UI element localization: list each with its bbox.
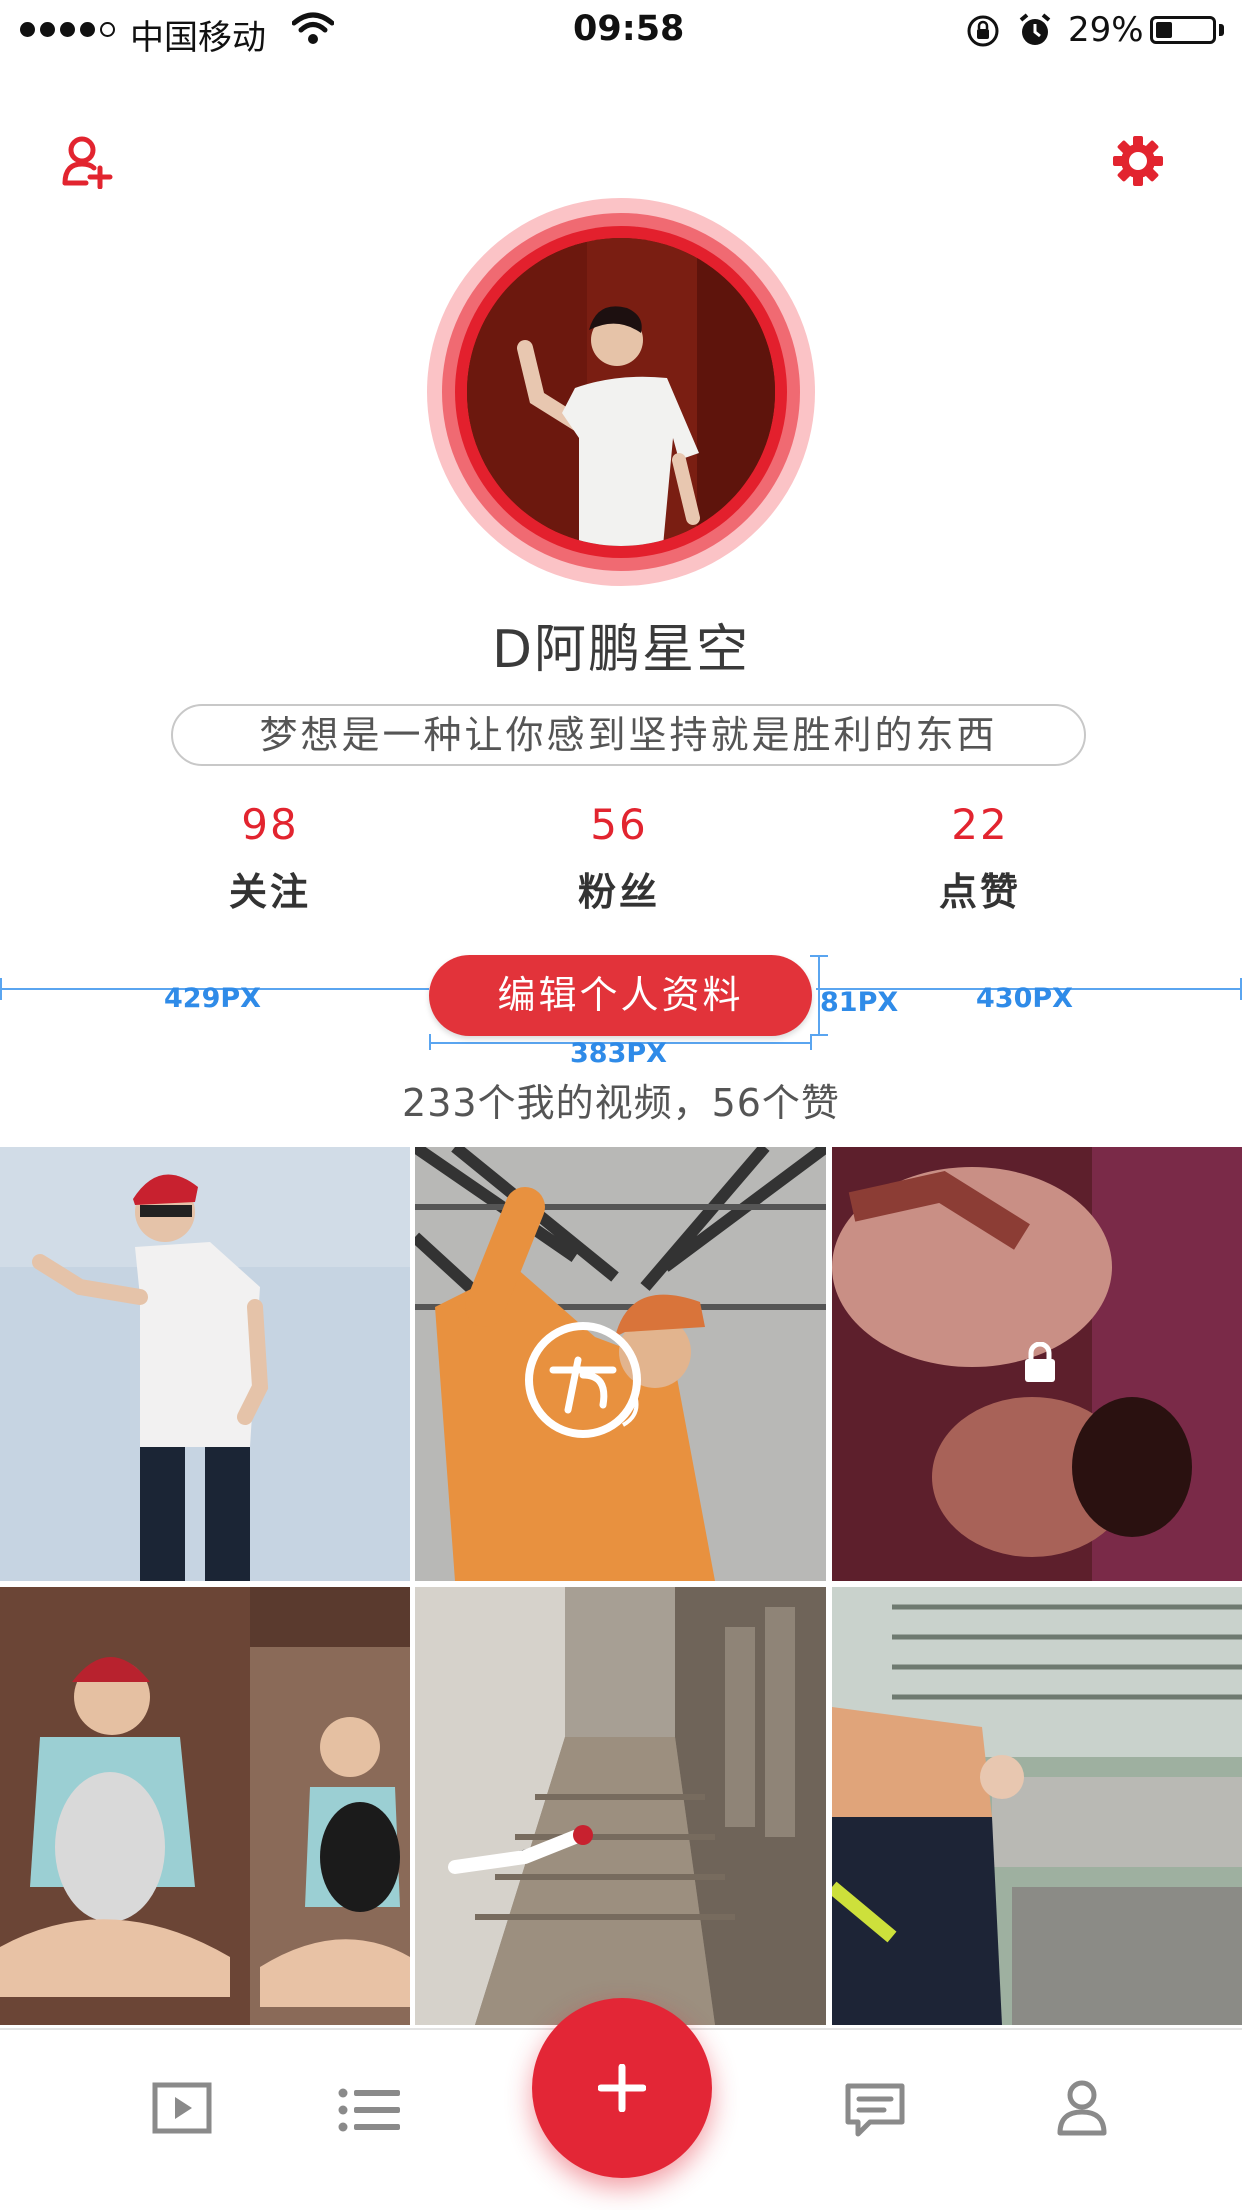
loading-spinner-icon xyxy=(525,1322,641,1438)
measure-tick-w1 xyxy=(429,1034,431,1050)
measure-label-height: 81PX xyxy=(820,987,899,1018)
alarm-icon xyxy=(1019,13,1051,45)
settings-gear-icon[interactable] xyxy=(1112,135,1164,187)
video-tile-6[interactable] xyxy=(832,1587,1242,2025)
motto-signature: 梦想是一种让你感到坚持就是胜利的东西 xyxy=(171,704,1086,766)
add-friend-icon[interactable] xyxy=(62,135,114,189)
video-tile-3[interactable] xyxy=(832,1147,1242,1581)
signal-strength-icon xyxy=(20,22,115,37)
video-thumbnail xyxy=(0,1587,410,2025)
list-icon[interactable] xyxy=(338,2088,400,2132)
stat-likes[interactable]: 22 点赞 xyxy=(830,800,1130,916)
battery-level xyxy=(1156,22,1172,38)
add-video-button[interactable] xyxy=(532,1998,712,2178)
wifi-icon xyxy=(292,12,334,44)
measure-label-left: 429PX xyxy=(164,983,261,1014)
carrier-name: 中国移动 xyxy=(130,18,266,58)
status-bar: 中国移动 09:58 29% xyxy=(0,0,1242,62)
lock-icon xyxy=(1025,1342,1055,1382)
add-icon xyxy=(598,2064,646,2112)
video-tile-1[interactable] xyxy=(0,1147,410,1581)
measure-tick-left xyxy=(0,978,2,1000)
video-summary: 233个我的视频，56个赞 xyxy=(402,1081,840,1125)
clock: 09:58 xyxy=(573,9,685,49)
measure-tick-w2 xyxy=(810,1034,812,1050)
measure-label-width: 383PX xyxy=(570,1038,667,1069)
stat-followers-count: 56 xyxy=(590,800,648,849)
video-thumbnail xyxy=(0,1147,410,1581)
video-tile-4[interactable] xyxy=(0,1587,410,2025)
video-thumbnail xyxy=(832,1587,1242,2025)
profile-icon[interactable] xyxy=(1057,2078,1107,2136)
stat-following-count: 98 xyxy=(241,800,299,849)
battery-tip xyxy=(1219,24,1224,36)
avatar-photo xyxy=(467,238,775,546)
edit-profile-button[interactable]: 编辑个人资料 xyxy=(429,955,812,1036)
stat-following[interactable]: 98 关注 xyxy=(120,800,420,916)
stat-following-label: 关注 xyxy=(228,870,311,914)
battery-percentage: 29% xyxy=(1068,10,1144,50)
video-tile-2[interactable] xyxy=(415,1147,826,1581)
stat-followers[interactable]: 56 粉丝 xyxy=(469,800,769,916)
video-thumbnail xyxy=(415,1587,826,2025)
measure-label-right: 430PX xyxy=(976,983,1073,1014)
avatar[interactable] xyxy=(467,238,775,546)
battery-icon xyxy=(1150,16,1216,44)
stat-followers-label: 粉丝 xyxy=(577,870,660,914)
measure-tick-bottom xyxy=(810,1034,828,1036)
message-icon[interactable] xyxy=(844,2082,906,2138)
stat-likes-count: 22 xyxy=(951,800,1009,849)
video-tile-5[interactable] xyxy=(415,1587,826,2025)
video-play-icon[interactable] xyxy=(152,2082,212,2134)
stat-likes-label: 点赞 xyxy=(938,870,1021,914)
measure-tick-top xyxy=(810,955,828,957)
username: D阿鹏星空 xyxy=(491,620,751,680)
orientation-lock-icon xyxy=(967,15,999,47)
